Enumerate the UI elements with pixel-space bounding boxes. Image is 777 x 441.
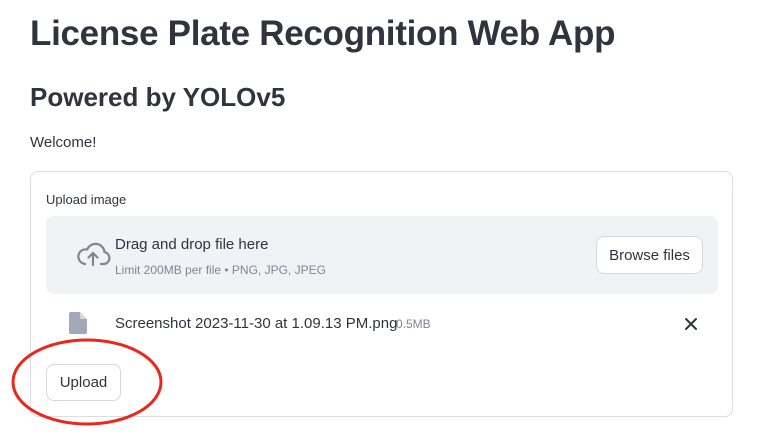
file-icon	[69, 312, 87, 334]
page-title: License Plate Recognition Web App	[30, 14, 616, 53]
browse-files-button[interactable]: Browse files	[596, 236, 703, 274]
file-name: Screenshot 2023-11-30 at 1.09.13 PM.png	[115, 315, 398, 332]
upload-image-label: Upload image	[46, 192, 127, 207]
uploaded-file-row: Screenshot 2023-11-30 at 1.09.13 PM.png …	[46, 304, 718, 344]
dropzone-instruction: Drag and drop file here	[115, 236, 269, 253]
dropzone-limit: Limit 200MB per file • PNG, JPG, JPEG	[115, 263, 326, 277]
page-subtitle: Powered by YOLOv5	[30, 82, 286, 112]
app-page: License Plate Recognition Web App Powere…	[0, 0, 777, 441]
welcome-text: Welcome!	[30, 134, 97, 151]
close-icon[interactable]	[683, 316, 699, 332]
upload-form: Upload image Drag and drop file here Lim…	[30, 171, 733, 417]
file-size: 0.5MB	[396, 317, 431, 331]
file-dropzone[interactable]: Drag and drop file here Limit 200MB per …	[46, 216, 718, 294]
cloud-upload-icon	[75, 240, 111, 268]
upload-button[interactable]: Upload	[46, 364, 121, 401]
